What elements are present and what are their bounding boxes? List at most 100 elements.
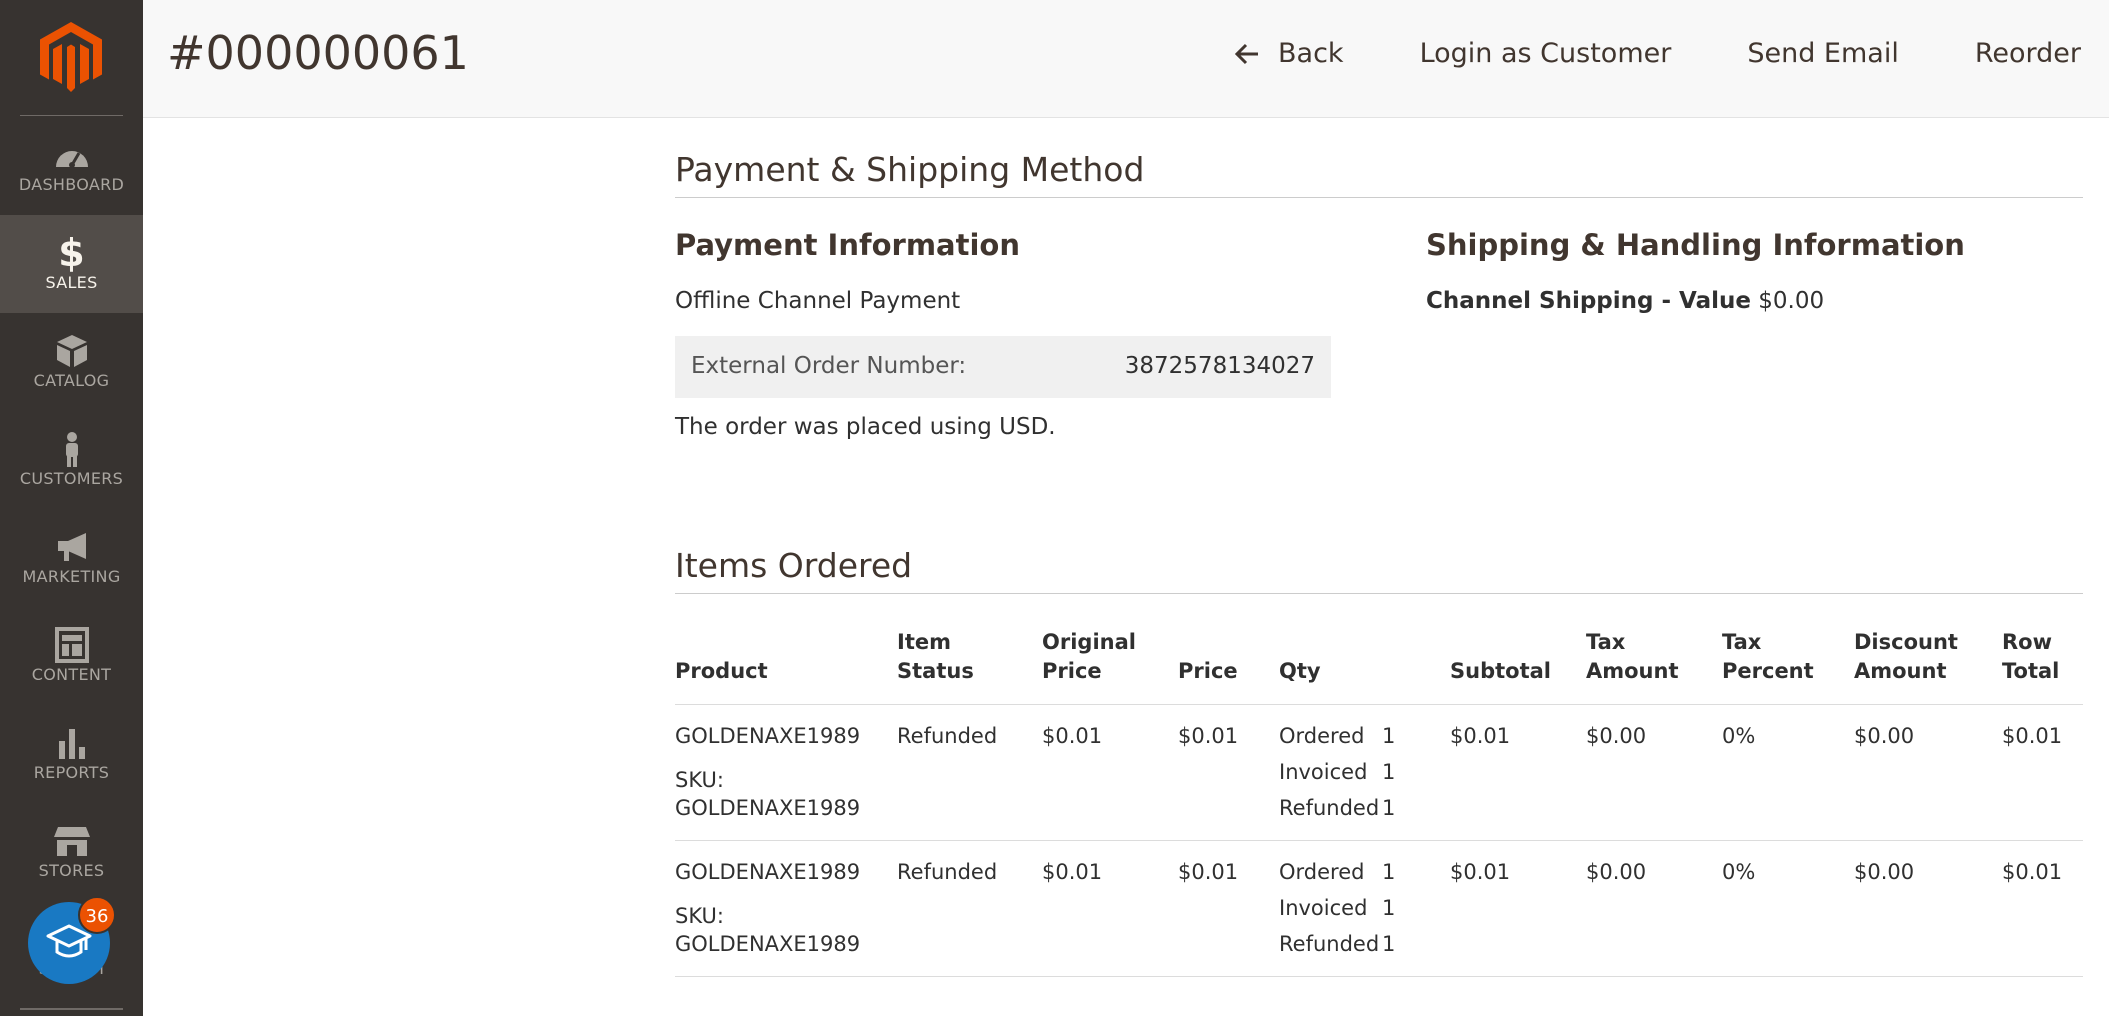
qty-invoiced-label: Invoiced	[1279, 896, 1368, 920]
bar-chart-icon	[52, 725, 92, 761]
catalog-box-icon	[52, 333, 92, 369]
login-as-customer-button[interactable]: Login as Customer	[1420, 38, 1672, 69]
table-row: GOLDENAXE1989 SKU: GOLDENAXE1989 Refunded…	[675, 840, 2083, 977]
column-header-product: Product	[675, 628, 897, 705]
sidebar-item-label: STORES	[38, 861, 105, 880]
magento-logo-icon[interactable]	[40, 22, 102, 92]
header-actions: Back Login as Customer Send Email Reorde…	[1234, 38, 2081, 69]
qty-refunded-label: Refunded	[1279, 932, 1380, 956]
product-sku: SKU: GOLDENAXE1989	[675, 904, 861, 956]
qty-ordered-label: Ordered	[1279, 724, 1365, 748]
product-cell: GOLDENAXE1989 SKU: GOLDENAXE1989	[675, 704, 897, 841]
column-header-item-status: Item Status	[897, 628, 1042, 705]
tax-amount: $0.00	[1586, 840, 1722, 977]
sidebar-item-content[interactable]: CONTENT	[0, 607, 143, 705]
column-header-row-total: Row Total	[2002, 628, 2083, 705]
qty-ordered: 1	[1382, 724, 1396, 748]
sidebar-item-label: CATALOG	[33, 371, 110, 390]
sidebar-item-label: DASHBOARD	[18, 175, 125, 194]
column-header-discount-amount: Discount Amount	[1854, 628, 2002, 705]
product-name: GOLDENAXE1989	[675, 860, 861, 884]
back-button-label: Back	[1278, 38, 1344, 69]
discount-amount: $0.00	[1854, 840, 2002, 977]
subtotal: $0.01	[1450, 704, 1586, 841]
qty-refunded-label: Refunded	[1279, 796, 1380, 820]
arrow-left-icon	[1234, 43, 1258, 64]
product-name: GOLDENAXE1989	[675, 724, 861, 748]
page-title: #000000061	[167, 26, 469, 80]
qty-invoiced: 1	[1382, 760, 1396, 784]
megaphone-icon	[52, 529, 92, 565]
qty-ordered-label: Ordered	[1279, 860, 1365, 884]
sidebar-item-label: REPORTS	[33, 763, 110, 782]
column-header-qty: Qty	[1279, 628, 1450, 705]
qty-cell: Ordered 1 Invoiced 1 Refunded 1	[1279, 704, 1450, 841]
tax-percent: 0%	[1722, 840, 1854, 977]
row-total: $0.01	[2002, 840, 2083, 977]
original-price: $0.01	[1042, 704, 1178, 841]
customer-icon	[52, 431, 92, 467]
column-header-original-price: Original Price	[1042, 628, 1178, 705]
product-sku: SKU: GOLDENAXE1989	[675, 768, 861, 820]
sidebar-item-reports[interactable]: REPORTS	[0, 705, 143, 803]
admin-sidebar: DASHBOARD $ SALES CATALOG CUSTOMERS MARK…	[0, 0, 143, 1016]
sidebar-item-catalog[interactable]: CATALOG	[0, 313, 143, 411]
sidebar-item-dashboard[interactable]: DASHBOARD	[0, 117, 143, 215]
content-layout-icon	[52, 627, 92, 663]
subtotal: $0.01	[1450, 840, 1586, 977]
logo-divider	[20, 115, 123, 116]
sidebar-item-stores[interactable]: STORES	[0, 803, 143, 901]
store-icon	[52, 823, 92, 859]
payment-method: Offline Channel Payment	[675, 288, 961, 314]
shipping-method-value: $0.00	[1758, 288, 1825, 314]
currency-note: The order was placed using USD.	[675, 414, 1056, 440]
qty-refunded: 1	[1382, 796, 1396, 820]
payment-shipping-section-title: Payment & Shipping Method	[675, 150, 2083, 198]
qty-ordered: 1	[1382, 860, 1396, 884]
tax-percent: 0%	[1722, 704, 1854, 841]
dollar-icon: $	[58, 231, 85, 275]
column-header-subtotal: Subtotal	[1450, 628, 1586, 705]
row-total: $0.01	[2002, 704, 2083, 841]
item-status: Refunded	[897, 704, 1042, 841]
table-header-row: Product Item Status Original Price Price Q…	[675, 628, 2083, 705]
reorder-button[interactable]: Reorder	[1975, 38, 2081, 69]
items-ordered-section-title: Items Ordered	[675, 546, 2083, 594]
external-order-value: 3872578134027	[1124, 353, 1315, 379]
payment-information-title: Payment Information	[675, 228, 1020, 262]
qty-refunded: 1	[1382, 932, 1396, 956]
sidebar-item-label: MARKETING	[22, 567, 121, 586]
sidebar-divider	[20, 1008, 123, 1010]
items-ordered-table: Product Item Status Original Price Price Q…	[675, 628, 2083, 977]
sidebar-item-sales[interactable]: $ SALES	[0, 215, 143, 313]
external-order-label: External Order Number:	[691, 353, 967, 379]
back-button[interactable]: Back	[1234, 38, 1344, 69]
sidebar-item-marketing[interactable]: MARKETING	[0, 509, 143, 607]
qty-invoiced-label: Invoiced	[1279, 760, 1368, 784]
notification-count-badge: 36	[78, 896, 116, 934]
column-header-price: Price	[1178, 628, 1279, 705]
column-header-tax-amount: Tax Amount	[1586, 628, 1722, 705]
qty-invoiced: 1	[1382, 896, 1396, 920]
sidebar-item-label: CONTENT	[31, 665, 112, 684]
price: $0.01	[1178, 704, 1279, 841]
send-email-button[interactable]: Send Email	[1747, 38, 1899, 69]
sidebar-item-customers[interactable]: CUSTOMERS	[0, 411, 143, 509]
table-row: GOLDENAXE1989 SKU: GOLDENAXE1989 Refunded…	[675, 704, 2083, 841]
price: $0.01	[1178, 840, 1279, 977]
shipping-method-label: Channel Shipping - Value	[1426, 288, 1751, 314]
column-header-tax-percent: Tax Percent	[1722, 628, 1854, 705]
shipping-method: Channel Shipping - Value $0.00	[1426, 288, 1824, 314]
qty-cell: Ordered 1 Invoiced 1 Refunded 1	[1279, 840, 1450, 977]
page-header: #000000061 Back Login as Customer Send E…	[143, 0, 2109, 118]
sidebar-item-label: SALES	[45, 273, 98, 292]
original-price: $0.01	[1042, 840, 1178, 977]
product-cell: GOLDENAXE1989 SKU: GOLDENAXE1989	[675, 840, 897, 977]
external-order-number-box: External Order Number: 3872578134027	[675, 336, 1331, 398]
tax-amount: $0.00	[1586, 704, 1722, 841]
dashboard-icon	[52, 137, 92, 173]
sidebar-item-label: CUSTOMERS	[19, 469, 124, 488]
shipping-information-title: Shipping & Handling Information	[1426, 228, 1965, 262]
discount-amount: $0.00	[1854, 704, 2002, 841]
item-status: Refunded	[897, 840, 1042, 977]
